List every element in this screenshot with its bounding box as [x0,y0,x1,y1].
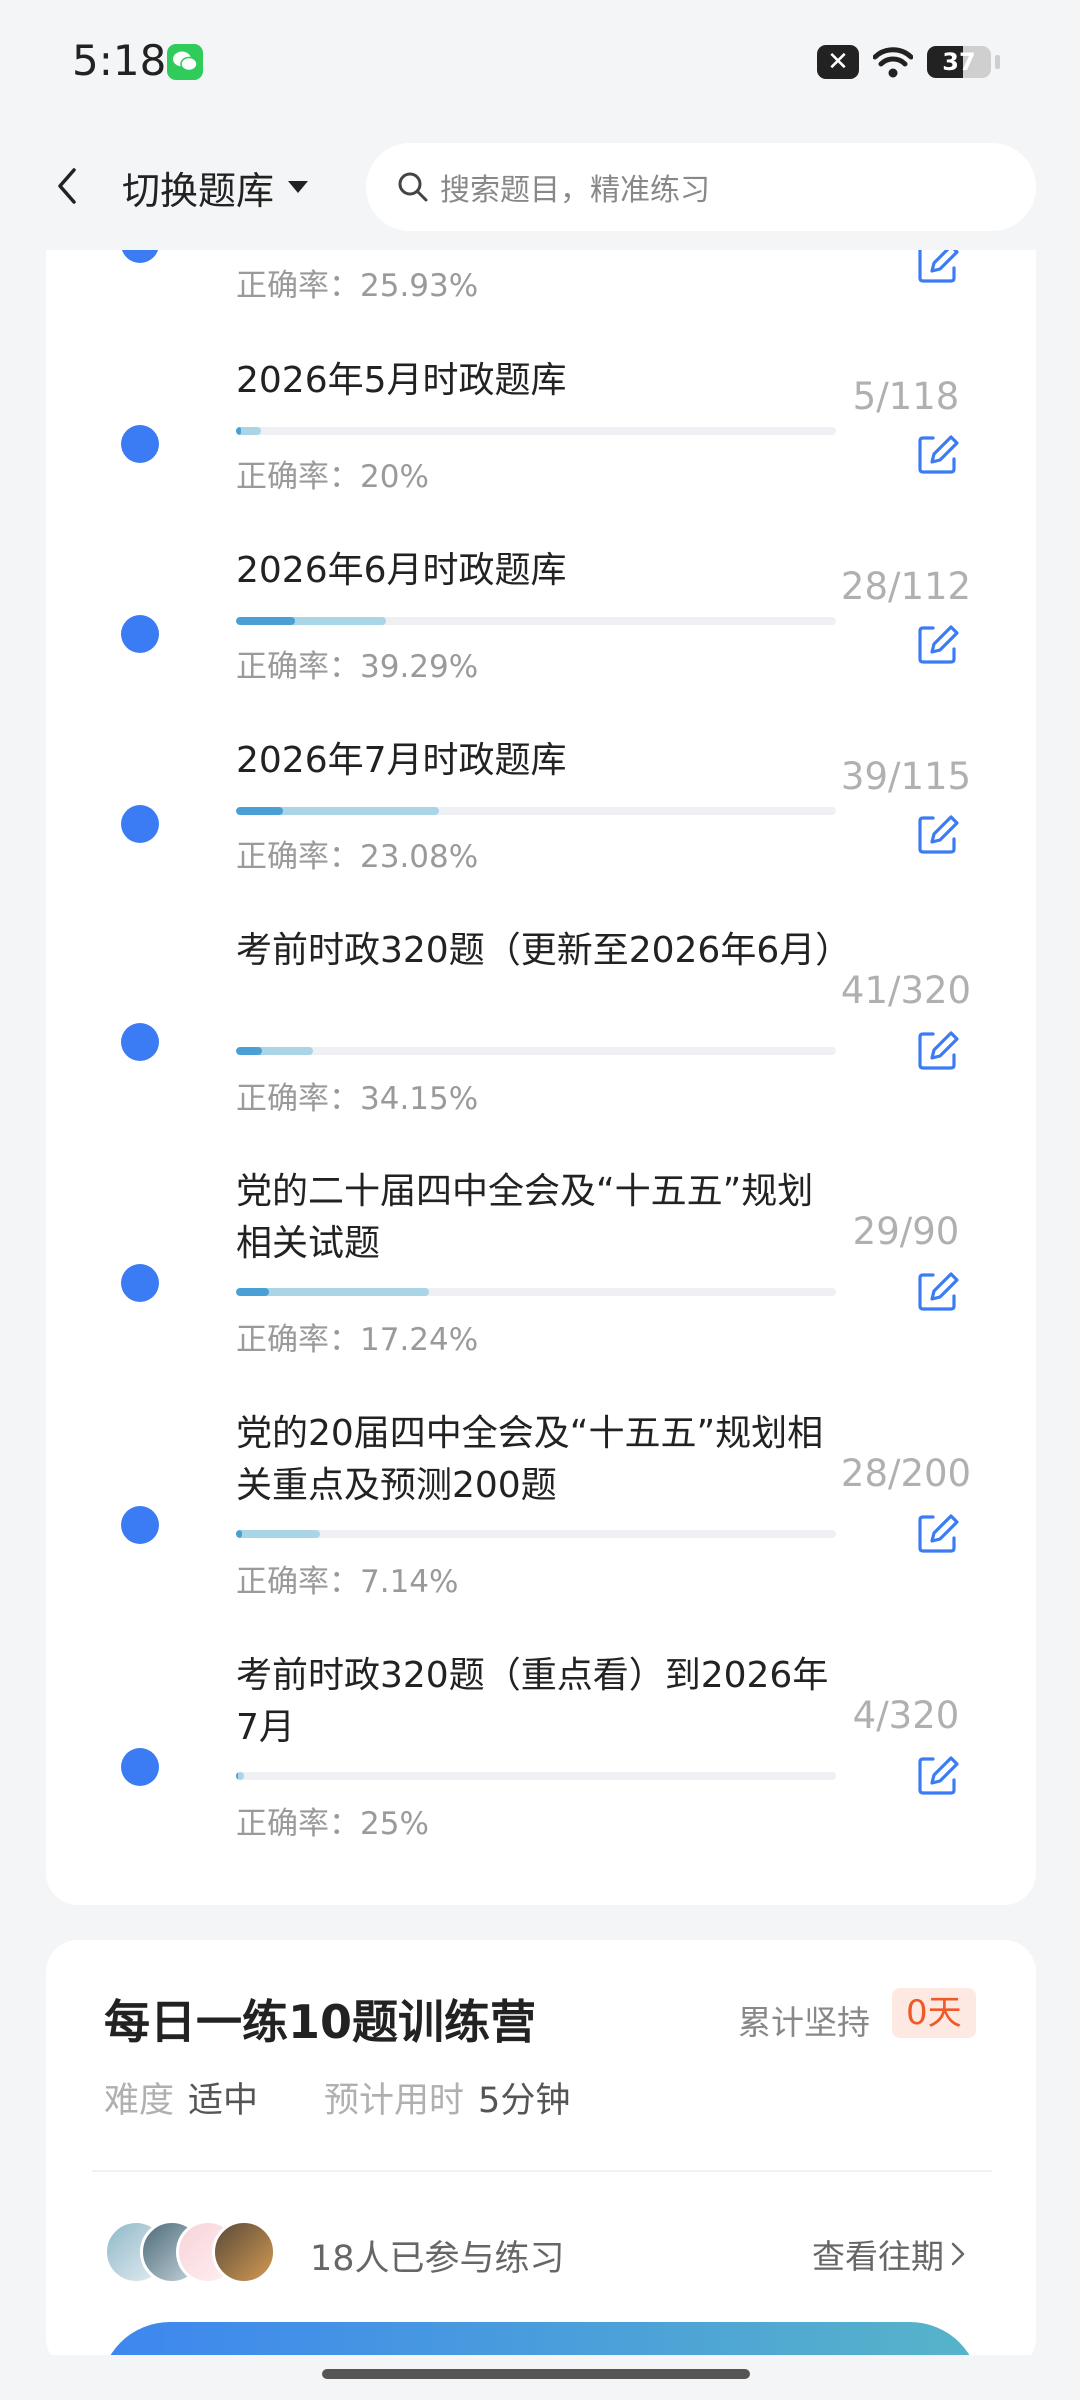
bullet-dot [121,1506,159,1544]
time-value: 5分钟 [478,2081,571,2121]
training-title: 每日一练10题训练营 [104,1995,537,2049]
bank-count: 5/118 [852,375,960,418]
bank-accuracy: 正确率：17.24% [236,1322,479,1358]
chevron-left-icon [58,168,76,204]
wifi-icon [873,47,913,78]
home-indicator[interactable] [322,2369,750,2379]
edit-icon[interactable] [913,809,963,859]
notification-close-icon: ✕ [817,45,859,79]
bank-count: 28/112 [840,565,972,608]
bank-count: 28/200 [840,1452,972,1495]
bank-accuracy: 正确率：23.08% [236,839,479,875]
progress-correct [236,1288,270,1296]
bank-progress-bar [236,1530,836,1538]
bullet-dot [121,805,159,843]
bullet-dot [121,1264,159,1302]
edit-icon[interactable] [913,1508,963,1558]
difficulty-label: 难度 [104,2081,175,2121]
edit-icon[interactable] [913,619,963,669]
bank-accuracy: 正确率：25% [236,1806,429,1842]
search-icon [398,172,428,202]
training-meta: 难度 适中 预计用时 5分钟 [104,2072,636,2123]
search-input[interactable]: 搜索题目，精准练习 [366,143,1036,231]
progress-correct [236,1530,242,1538]
switch-bank-label: 切换题库 [122,168,275,213]
difficulty-value: 适中 [188,2081,259,2121]
progress-correct [236,807,283,815]
wechat-icon [167,44,203,80]
bank-progress-bar [236,1288,836,1296]
progress-correct [236,617,295,625]
bank-title: 党的二十届四中全会及“十五五”规划相关试题 [236,1171,814,1264]
view-history-link[interactable]: 查看往期 [812,2230,966,2278]
bank-title: 2026年5月时政题库 [236,360,567,401]
bullet-dot [121,1748,159,1786]
bullet-dot [121,615,159,653]
edit-icon[interactable] [913,429,963,479]
bank-title: 2026年7月时政题库 [236,740,567,781]
persist-days-badge: 0天 [892,1988,976,2038]
bullet-dot [121,1023,159,1061]
header: 切换题库 搜索题目，精准练习 [0,125,1080,250]
status-bar: 5:18 ✕ 37 [0,0,1080,125]
bank-accuracy: 正确率：39.29% [236,649,479,685]
bank-count: 41/320 [840,969,972,1012]
bank-title: 考前时政320题（重点看）到2026年7月 [236,1655,829,1748]
bank-progress-bar [236,1772,836,1780]
back-button[interactable] [42,161,92,211]
bank-accuracy: 正确率：34.15% [236,1081,479,1117]
battery-level: 37 [942,48,976,76]
bank-progress-bar [236,617,836,625]
bank-accuracy: 正确率：20% [236,459,429,495]
question-bank-list: 正确率：25.93% 2026年5月时政题库 正确率：20% 5/118 202… [46,200,1036,1905]
bank-count: 39/115 [840,755,972,798]
status-icons: ✕ 37 [817,42,1000,82]
edit-icon[interactable] [913,1266,963,1316]
bank-title: 考前时政320题（更新至2026年6月） [236,930,852,971]
view-history-label: 查看往期 [812,2237,944,2276]
time-label: 预计用时 [324,2081,465,2121]
bank-title: 党的20届四中全会及“十五五”规划相关重点及预测200题 [236,1413,824,1506]
status-time: 5:18 [72,36,167,85]
bullet-dot [121,425,159,463]
edit-icon[interactable] [913,1750,963,1800]
battery-icon: 37 [927,46,991,78]
bank-title: 2026年6月时政题库 [236,550,567,591]
progress-correct [236,427,242,435]
chevron-right-icon [951,2242,965,2266]
bank-progress-bar [236,807,836,815]
participant-avatars [104,2220,276,2284]
caret-down-icon [288,181,309,193]
bank-progress-bar [236,427,836,435]
bank-count: 29/90 [852,1210,960,1253]
training-camp-card[interactable]: 每日一练10题训练营 累计坚持 0天 难度 适中 预计用时 5分钟 18人已参与练习 … [46,1940,1036,2370]
edit-icon[interactable] [913,1025,963,1075]
bank-accuracy: 正确率：25.93% [236,268,479,304]
switch-bank-button[interactable]: 切换题库 [122,159,310,215]
participants-count: 18人已参与练习 [310,2239,565,2279]
progress-done [236,1530,320,1538]
divider [92,2170,992,2172]
progress-correct [236,1047,263,1055]
persist-label: 累计坚持 [738,2003,870,2042]
bank-accuracy: 正确率：7.14% [236,1564,459,1600]
bank-count: 4/320 [852,1694,960,1737]
bank-progress-bar [236,1047,836,1055]
avatar [212,2220,276,2284]
search-placeholder: 搜索题目，精准练习 [440,173,710,208]
